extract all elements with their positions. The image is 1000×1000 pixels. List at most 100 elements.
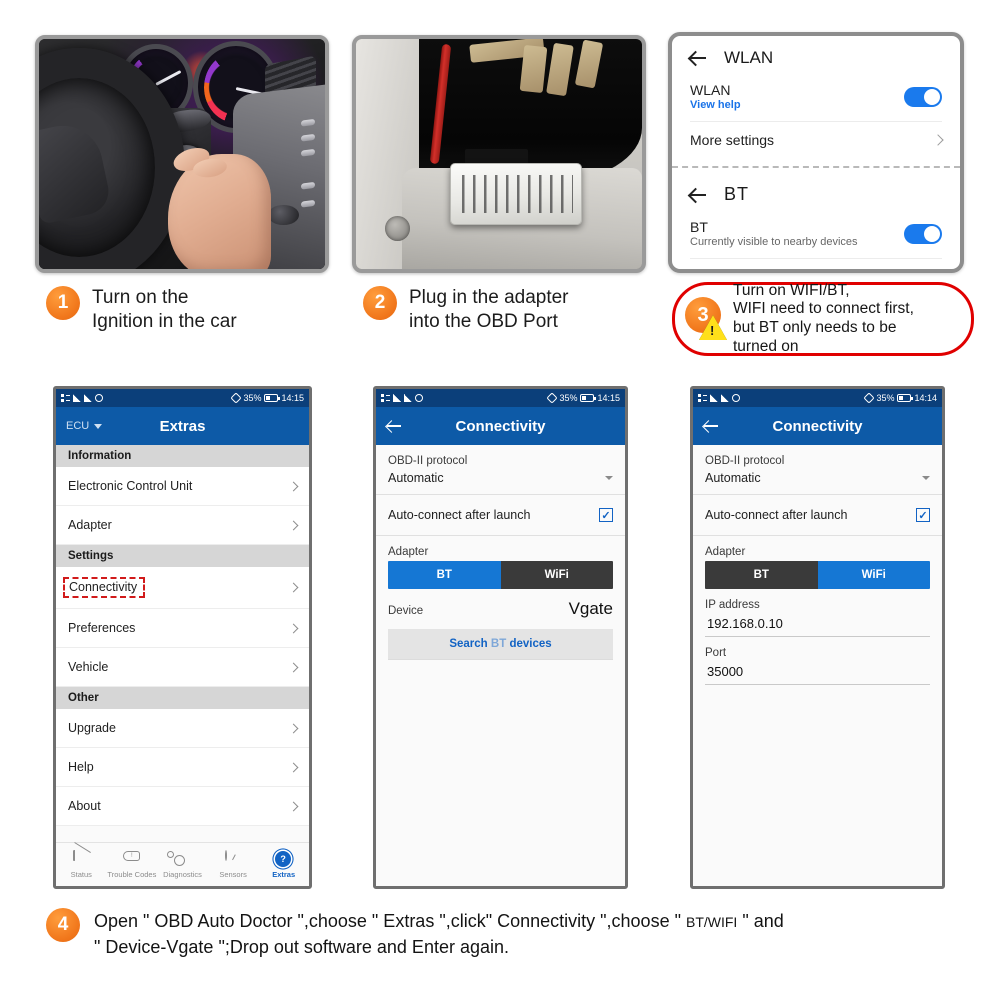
wlan-toggle[interactable] <box>904 86 942 107</box>
segment-bt[interactable]: BT <box>388 561 501 589</box>
menu-item-upgrade[interactable]: Upgrade <box>56 709 309 748</box>
app-bar: ECU Extras <box>56 407 309 445</box>
nav-tab-extras[interactable]: ? Extras <box>258 850 309 879</box>
mute-icon <box>863 392 876 404</box>
obd-port-photo <box>352 35 646 273</box>
device-label: Device <box>388 605 424 617</box>
back-arrow-icon[interactable] <box>386 418 402 434</box>
menu-item-preferences[interactable]: Preferences <box>56 609 309 648</box>
wlan-toggle-row[interactable]: WLAN View help <box>672 74 960 121</box>
step-3-callout: 3 Turn on WIFI/BT, WIFI need to connect … <box>672 282 974 356</box>
wlan-header: WLAN <box>672 36 960 74</box>
nav-label: Trouble Codes <box>107 869 157 879</box>
bt-toggle-row[interactable]: BT Currently visible to nearby devices <box>672 211 960 258</box>
auto-connect-checkbox[interactable]: ✓ <box>599 508 613 522</box>
section-header-other: Other <box>56 687 309 709</box>
nav-tab-sensors[interactable]: Sensors <box>208 849 259 879</box>
connectivity-body: OBD-II protocol Automatic Auto-connect a… <box>693 445 942 685</box>
chevron-down-icon <box>94 423 103 429</box>
auto-connect-row[interactable]: Auto-connect after launch ✓ <box>693 495 942 536</box>
step-2-line-2: into the OBD Port <box>409 311 558 333</box>
port-field[interactable]: 35000 <box>693 659 942 685</box>
nav-tab-diagnostics[interactable]: Diagnostics <box>157 850 208 879</box>
wlan-view-help-link[interactable]: View help <box>690 99 741 111</box>
auto-connect-row[interactable]: Auto-connect after launch ✓ <box>376 495 625 536</box>
ecu-dropdown[interactable]: ECU <box>66 420 103 432</box>
status-bar: 35% 14:15 <box>376 389 625 407</box>
search-prefix: Search <box>449 638 488 650</box>
bottom-navigation: Status ! Trouble Codes Diagnostics Senso… <box>56 842 309 886</box>
content-spacer <box>693 685 942 886</box>
page-title: Connectivity <box>455 417 546 435</box>
chevron-right-icon <box>288 582 299 593</box>
divider <box>690 258 942 259</box>
port-label: Port <box>705 647 727 659</box>
signal-icon <box>721 394 729 402</box>
extras-badge-icon: ? <box>275 850 292 868</box>
chevron-right-icon <box>288 481 299 491</box>
battery-icon <box>580 394 597 402</box>
back-arrow-icon[interactable] <box>688 48 708 68</box>
adapter-segmented-control: BT WiFi <box>705 561 930 589</box>
wlan-more-settings-label: More settings <box>690 132 775 148</box>
step-1-text: Turn on the Ignition in the car <box>92 286 237 335</box>
menu-item-help[interactable]: Help <box>56 748 309 787</box>
menu-item-vehicle[interactable]: Vehicle <box>56 648 309 687</box>
protocol-select[interactable]: Automatic <box>376 467 625 495</box>
auto-connect-checkbox[interactable]: ✓ <box>916 508 930 522</box>
bt-toggle[interactable] <box>904 223 942 244</box>
menu-item-electronic-control-unit[interactable]: Electronic Control Unit <box>56 467 309 506</box>
status-bar: 35% 14:15 <box>56 389 309 407</box>
signal-icon <box>393 394 401 402</box>
car-ignition-photo <box>35 35 329 273</box>
nav-tab-status[interactable]: Status <box>56 849 107 879</box>
protocol-label: OBD-II protocol <box>705 455 785 467</box>
status-bar: 35% 14:14 <box>693 389 942 407</box>
engine-codes-icon: ! <box>123 850 141 868</box>
menu-item-about[interactable]: About <box>56 787 309 826</box>
menu-item-label: Connectivity <box>69 580 138 594</box>
protocol-select[interactable]: Automatic <box>693 467 942 495</box>
port-value: 35000 <box>705 661 930 685</box>
menu-item-label: Adapter <box>68 518 112 532</box>
sim-icon <box>698 393 707 403</box>
nav-tab-trouble-codes[interactable]: ! Trouble Codes <box>107 850 158 879</box>
alarm-icon <box>95 394 103 402</box>
sim-icon <box>61 393 70 403</box>
back-arrow-icon[interactable] <box>703 418 719 434</box>
gears-icon <box>166 850 191 868</box>
menu-item-label: Vehicle <box>68 660 109 674</box>
wlan-more-settings-row[interactable]: More settings <box>672 122 960 160</box>
step-1-line-2: Ignition in the car <box>92 311 237 333</box>
step-3-badge-group: 3 <box>685 295 728 343</box>
back-arrow-icon[interactable] <box>688 185 708 205</box>
protocol-value: Automatic <box>388 471 444 485</box>
content-spacer <box>376 660 625 886</box>
step-2-line-1: Plug in the adapter <box>409 287 569 308</box>
adapter-label: Adapter <box>705 546 746 558</box>
segment-bt[interactable]: BT <box>705 561 818 589</box>
bt-row-title: BT <box>690 219 708 235</box>
menu-item-adapter[interactable]: Adapter <box>56 506 309 545</box>
step-1-line-1: Turn on the <box>92 287 189 308</box>
signal-icon <box>404 394 412 402</box>
chevron-right-icon <box>932 134 944 146</box>
search-bt-devices-button[interactable]: Search BT devices <box>388 629 613 660</box>
step-2-caption: 2 Plug in the adapter into the OBD Port <box>363 286 569 335</box>
segment-wifi[interactable]: WiFi <box>817 561 930 589</box>
ip-address-value: 192.168.0.10 <box>705 613 930 637</box>
segment-wifi[interactable]: WiFi <box>500 561 613 589</box>
dashed-divider <box>672 166 960 168</box>
protocol-value: Automatic <box>705 471 761 485</box>
ip-address-field[interactable]: 192.168.0.10 <box>693 611 942 637</box>
connectivity-body: OBD-II protocol Automatic Auto-connect a… <box>376 445 625 660</box>
chevron-right-icon <box>288 762 299 772</box>
phone-settings-card: WLAN WLAN View help More settings BT BT … <box>668 32 964 273</box>
menu-item-connectivity[interactable]: Connectivity <box>56 567 309 609</box>
ecu-label: ECU <box>66 420 90 432</box>
menu-item-label: Electronic Control Unit <box>68 479 193 493</box>
nav-label: Status <box>70 869 92 879</box>
menu-item-label: Help <box>68 760 94 774</box>
step-4-line-1a: Open " OBD Auto Doctor ",choose " Extras… <box>94 911 686 931</box>
step-2-text: Plug in the adapter into the OBD Port <box>409 286 569 335</box>
